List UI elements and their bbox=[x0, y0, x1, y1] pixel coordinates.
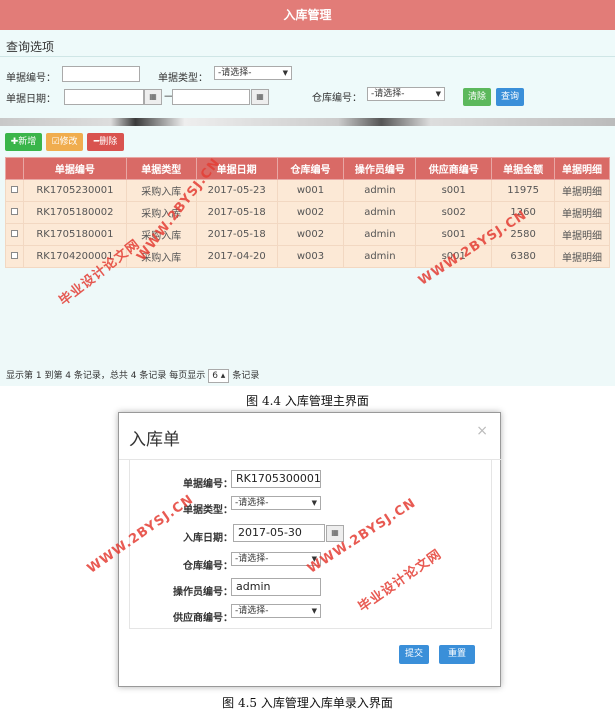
table-cell: s001 bbox=[415, 179, 493, 202]
page-title: 入库管理 bbox=[0, 0, 615, 30]
column-header[interactable]: 供应商编号 bbox=[415, 157, 493, 180]
table-cell: RK1705180001 bbox=[22, 223, 127, 246]
warehouse-select-value: -请选择- bbox=[371, 89, 405, 99]
doc-no-label: 单据编号： bbox=[183, 479, 233, 490]
column-header[interactable]: 单据明细 bbox=[554, 157, 610, 180]
chevron-down-icon: ▼ bbox=[311, 607, 317, 615]
chevron-down-icon: ▼ bbox=[282, 69, 288, 77]
doc-type-select-value: -请选择- bbox=[218, 68, 252, 78]
doc-date-start-input[interactable] bbox=[64, 89, 144, 105]
supplier-select-value: -请选择- bbox=[235, 606, 269, 616]
doc-no-label: 单据编号： bbox=[6, 73, 56, 84]
operator-no-input[interactable]: admin bbox=[231, 578, 321, 596]
doc-type-select[interactable]: -请选择- ▼ bbox=[214, 66, 292, 80]
doc-type-select[interactable]: -请选择- ▼ bbox=[231, 496, 321, 510]
table-cell: w002 bbox=[276, 223, 345, 246]
table-cell: admin bbox=[343, 179, 417, 202]
warehouse-select[interactable]: -请选择- ▼ bbox=[367, 87, 445, 101]
warehouse-select-value: -请选择- bbox=[235, 554, 269, 564]
table-cell: admin bbox=[343, 245, 417, 268]
column-header[interactable]: 仓库编号 bbox=[276, 157, 345, 180]
in-date-input[interactable]: 2017-05-30 bbox=[233, 524, 325, 542]
table-header-row: 单据编号 单据类型 单据日期 仓库编号 操作员编号 供应商编号 单据金额 单据明… bbox=[5, 157, 610, 180]
stock-in-entry-dialog: 入库单 × 单据编号： RK1705300001 单据类型： -请选择- ▼ 入… bbox=[85, 412, 502, 687]
doc-no-input[interactable] bbox=[62, 66, 140, 82]
table-cell: w003 bbox=[276, 245, 345, 268]
table-cell: 11975 bbox=[491, 179, 556, 202]
query-button[interactable]: 查询 bbox=[496, 88, 524, 106]
query-panel-title: 查询选项 bbox=[6, 40, 55, 54]
select-column-header bbox=[5, 157, 24, 180]
table-row[interactable]: RK1705230001 采购入库 2017-05-23 w001 admin … bbox=[5, 179, 610, 202]
row-checkbox-cell[interactable] bbox=[5, 245, 24, 268]
figure-caption: 图 4.5 入库管理入库单录入界面 bbox=[222, 696, 393, 710]
divider bbox=[129, 628, 492, 629]
pagination-info: 显示第 1 到第 4 条记录，总共 4 条记录 每页显示 6 ▴ 条记录 bbox=[6, 368, 259, 383]
page-size-select[interactable]: 6 ▴ bbox=[208, 369, 230, 383]
row-checkbox[interactable] bbox=[10, 186, 18, 193]
detail-link[interactable]: 单据明细 bbox=[554, 245, 610, 268]
column-header[interactable]: 单据类型 bbox=[125, 157, 197, 180]
operator-no-label: 操作员编号： bbox=[173, 587, 233, 598]
stock-in-main-screen: 入库管理 查询选项 单据编号： 单据类型： -请选择- ▼ 单据日期： ▦ — … bbox=[0, 0, 615, 386]
edit-button[interactable]: ☑修改 bbox=[46, 133, 83, 151]
close-icon[interactable]: × bbox=[476, 423, 488, 439]
table-cell: w001 bbox=[276, 179, 345, 202]
table-cell: admin bbox=[343, 201, 417, 224]
row-checkbox-cell[interactable] bbox=[5, 223, 24, 246]
submit-button[interactable]: 提交 bbox=[399, 645, 429, 664]
supplier-no-label: 供应商编号： bbox=[173, 613, 233, 624]
calendar-icon[interactable]: ▦ bbox=[144, 89, 162, 105]
warehouse-no-label: 仓库编号： bbox=[312, 93, 362, 104]
background-photo-strip bbox=[0, 118, 615, 126]
doc-date-label: 单据日期： bbox=[6, 94, 56, 105]
doc-type-label: 单据类型： bbox=[158, 73, 208, 84]
table-cell: s002 bbox=[415, 201, 493, 224]
supplier-select[interactable]: -请选择- ▼ bbox=[231, 604, 321, 618]
doc-no-input[interactable]: RK1705300001 bbox=[231, 470, 321, 488]
dialog-title: 入库单 bbox=[129, 430, 180, 450]
pagination-text: 显示第 1 到第 4 条记录，总共 4 条记录 每页显示 bbox=[6, 371, 206, 381]
clear-button[interactable]: 清除 bbox=[463, 88, 491, 106]
reset-button[interactable]: 重置 bbox=[439, 645, 475, 664]
doc-type-select-value: -请选择- bbox=[235, 498, 269, 508]
doc-date-end-input[interactable] bbox=[172, 89, 250, 105]
add-button[interactable]: ✚新增 bbox=[5, 133, 42, 151]
divider bbox=[0, 56, 615, 57]
table-cell: 6380 bbox=[491, 245, 556, 268]
row-checkbox[interactable] bbox=[10, 252, 18, 259]
table-cell: RK1705180002 bbox=[22, 201, 127, 224]
table-cell: 2017-04-20 bbox=[195, 245, 278, 268]
chevron-down-icon: ▼ bbox=[311, 499, 317, 507]
row-checkbox[interactable] bbox=[10, 230, 18, 237]
table-cell: w002 bbox=[276, 201, 345, 224]
row-checkbox[interactable] bbox=[10, 208, 18, 215]
warehouse-no-label: 仓库编号： bbox=[183, 561, 233, 572]
column-header[interactable]: 操作员编号 bbox=[343, 157, 417, 180]
figure-caption: 图 4.4 入库管理主界面 bbox=[246, 394, 369, 408]
column-header[interactable]: 单据金额 bbox=[491, 157, 556, 180]
delete-button[interactable]: ━删除 bbox=[87, 133, 124, 151]
column-header[interactable]: 单据编号 bbox=[22, 157, 127, 180]
detail-link[interactable]: 单据明细 bbox=[554, 179, 610, 202]
table-cell: 2017-05-18 bbox=[195, 201, 278, 224]
pagination-text-after: 条记录 bbox=[232, 371, 260, 381]
row-checkbox-cell[interactable] bbox=[5, 201, 24, 224]
calendar-icon[interactable]: ▦ bbox=[251, 89, 269, 105]
chevron-down-icon: ▼ bbox=[435, 90, 441, 98]
detail-link[interactable]: 单据明细 bbox=[554, 223, 610, 246]
table-cell: admin bbox=[343, 223, 417, 246]
row-checkbox-cell[interactable] bbox=[5, 179, 24, 202]
detail-link[interactable]: 单据明细 bbox=[554, 201, 610, 224]
table-cell: RK1705230001 bbox=[22, 179, 127, 202]
table-cell: 2017-05-18 bbox=[195, 223, 278, 246]
